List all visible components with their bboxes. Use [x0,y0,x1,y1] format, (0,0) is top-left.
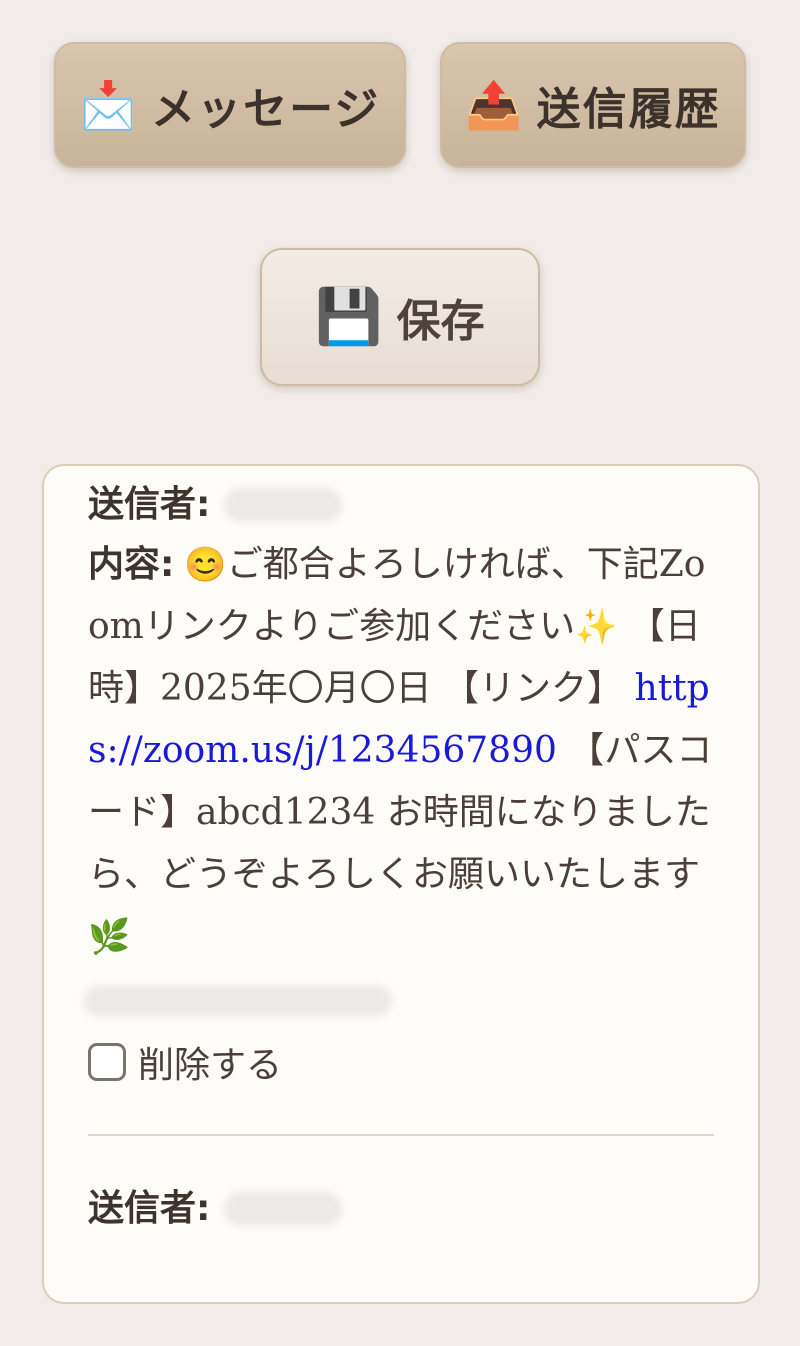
sender-label: 送信者: [88,1188,211,1229]
sparkles-icon: ✨ [575,607,618,647]
history-tab-label: 送信履歴 [536,84,721,135]
save-button-label: 保存 [396,296,485,347]
message-entry: 送信者: [88,1180,714,1238]
sender-line: 送信者: [88,1180,714,1238]
top-nav: 📩 メッセージ 📤 送信履歴 [54,42,746,168]
messages-tab-button[interactable]: 📩 メッセージ [54,42,406,168]
herb-icon: 🌿 [88,917,131,957]
message-list-card[interactable]: 送信者: 内容: 😊ご都合よろしければ、下記Zoomリンクよりご参加ください✨ 【… [42,464,760,1304]
delete-label: 削除する [138,1045,283,1086]
sender-label: 送信者: [88,484,211,525]
message-content: 内容: 😊ご都合よろしければ、下記Zoomリンクよりご参加ください✨ 【日時】20… [88,534,714,968]
history-tab-button[interactable]: 📤 送信履歴 [440,42,746,168]
timestamp-redacted [84,986,392,1016]
delete-checkbox[interactable] [88,1043,126,1081]
floppy-disk-icon: 💾 [315,285,383,348]
outbox-tray-icon: 📤 [465,78,523,132]
sender-line: 送信者: [88,476,714,534]
save-button[interactable]: 💾 保存 [260,248,540,386]
message-entry: 送信者: 内容: 😊ご都合よろしければ、下記Zoomリンクよりご参加ください✨ 【… [84,476,714,1136]
incoming-envelope-icon: 📩 [79,78,138,132]
smiling-face-icon: 😊 [184,545,227,585]
sender-name-redacted [224,1192,343,1226]
delete-option[interactable]: 削除する [88,1032,714,1092]
message-divider [88,1134,714,1136]
sender-name-redacted [224,488,343,522]
content-label: 内容: [88,544,175,585]
messages-tab-label: メッセージ [151,84,381,135]
